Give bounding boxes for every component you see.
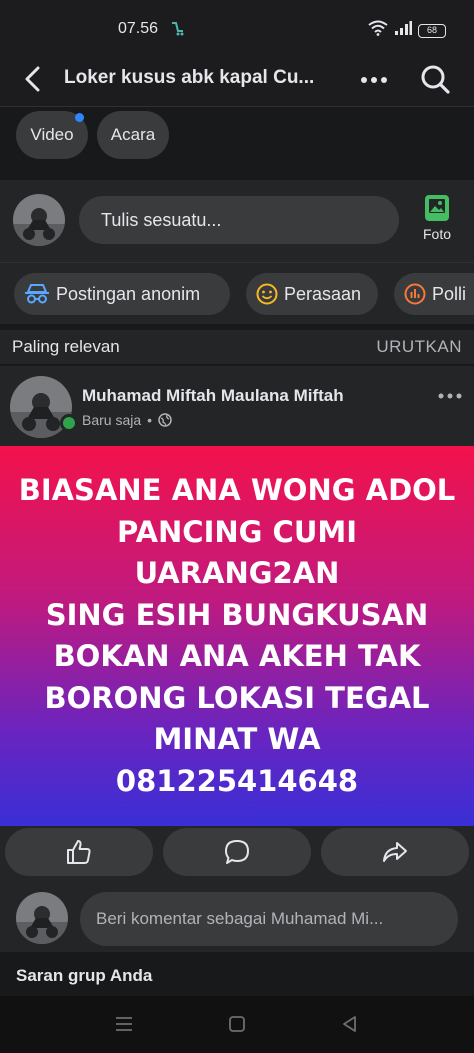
back-triangle-icon xyxy=(343,1016,356,1032)
write-something-input[interactable]: Tulis sesuatu... xyxy=(79,196,399,244)
post-line: MINAT WA xyxy=(153,722,321,756)
post-line: SING ESIH BUNGKUSAN xyxy=(45,597,429,632)
wifi-icon xyxy=(368,20,388,41)
new-indicator-dot xyxy=(75,113,84,122)
more-options-button[interactable] xyxy=(356,62,392,98)
post-time[interactable]: Baru saja xyxy=(82,412,141,428)
signal-icon xyxy=(394,21,412,40)
tab-video-label: Video xyxy=(30,125,74,144)
status-time: 07.56 xyxy=(118,20,159,37)
status-icons: 68 xyxy=(368,20,446,41)
tab-acara[interactable]: Acara xyxy=(97,111,169,159)
sort-current-label: Paling relevan xyxy=(12,337,120,356)
sort-button[interactable]: URUTKAN xyxy=(376,337,462,357)
post-line: BOKAN ANA AKEH TAK xyxy=(53,639,421,673)
online-status-dot xyxy=(60,414,78,432)
post-line: BIASANE ANA WONG ADOL xyxy=(18,473,456,507)
user-avatar[interactable] xyxy=(13,194,65,246)
tab-acara-label: Acara xyxy=(110,125,156,144)
share-arrow-icon xyxy=(383,842,407,862)
back-button[interactable] xyxy=(18,64,48,94)
back-arrow-icon xyxy=(25,66,40,92)
share-button[interactable] xyxy=(321,828,469,876)
poll-button[interactable]: Polli xyxy=(394,273,474,315)
privacy-globe-icon xyxy=(158,413,172,427)
comment-button[interactable] xyxy=(163,828,311,876)
smiley-icon xyxy=(256,283,278,305)
photo-button[interactable]: Foto xyxy=(412,194,462,254)
post-author-name[interactable]: Muhamad Miftah Maulana Miftah xyxy=(82,386,344,406)
post-actions xyxy=(0,826,474,882)
post-body: BIASANE ANA WONG ADOL PANCING CUMI UARAN… xyxy=(17,470,457,802)
sort-bar: Paling relevan URUTKAN xyxy=(0,330,474,364)
post-card: Muhamad Miftah Maulana Miftah Baru saja … xyxy=(0,366,474,846)
poll-label: Polli xyxy=(432,283,467,304)
app-notification-icon xyxy=(170,20,186,41)
menu-lines-icon xyxy=(116,1017,132,1031)
thumbs-up-icon xyxy=(67,840,91,864)
home-button[interactable] xyxy=(225,1012,249,1036)
like-button[interactable] xyxy=(5,828,153,876)
comment-input[interactable]: Beri komentar sebagai Muhamad Mi... xyxy=(80,892,458,946)
group-header: Loker kusus abk kapal Cu... xyxy=(0,56,474,106)
group-title: Loker kusus abk kapal Cu... xyxy=(64,67,315,88)
post-composer: Tulis sesuatu... Foto xyxy=(0,180,474,262)
incognito-icon xyxy=(25,284,49,304)
system-nav-bar xyxy=(0,996,474,1053)
post-more-button[interactable] xyxy=(432,384,468,408)
post-line: BORONG LOKASI TEGAL xyxy=(44,680,430,715)
anonymous-post-button[interactable]: Postingan anonim xyxy=(14,273,230,315)
post-text-background[interactable]: BIASANE ANA WONG ADOL PANCING CUMI UARAN… xyxy=(0,446,474,826)
status-bar: 07.56 68 xyxy=(0,0,474,56)
group-tabs: Video Acara xyxy=(0,106,474,176)
battery-icon: 68 xyxy=(418,23,446,38)
search-icon xyxy=(421,65,450,94)
feeling-button[interactable]: Perasaan xyxy=(246,273,378,315)
commenter-avatar xyxy=(16,892,68,944)
suggestions-title: Saran grup Anda xyxy=(16,966,153,985)
nav-back-button[interactable] xyxy=(338,1012,362,1036)
post-line: PANCING CUMI UARANG2AN xyxy=(116,514,358,591)
comment-composer: Beri komentar sebagai Muhamad Mi... xyxy=(0,882,474,952)
photo-icon xyxy=(425,195,449,221)
search-button[interactable] xyxy=(416,60,454,98)
feeling-label: Perasaan xyxy=(284,283,362,304)
post-line: 081225414648 xyxy=(115,763,359,798)
poll-icon xyxy=(404,283,426,305)
meta-separator: • xyxy=(147,412,153,428)
post-options-row: Postingan anonim Perasaan Polli xyxy=(0,262,474,324)
more-dots-icon xyxy=(361,77,387,83)
more-dots-icon xyxy=(438,393,462,399)
post-meta: Baru saja • xyxy=(82,412,172,428)
home-square-icon xyxy=(229,1016,245,1032)
anonymous-post-label: Postingan anonim xyxy=(56,283,201,304)
group-suggestions: Saran grup Anda xyxy=(0,954,474,996)
comment-bubble-icon xyxy=(225,840,249,864)
photo-label: Foto xyxy=(422,226,451,242)
recent-apps-button[interactable] xyxy=(112,1012,136,1036)
